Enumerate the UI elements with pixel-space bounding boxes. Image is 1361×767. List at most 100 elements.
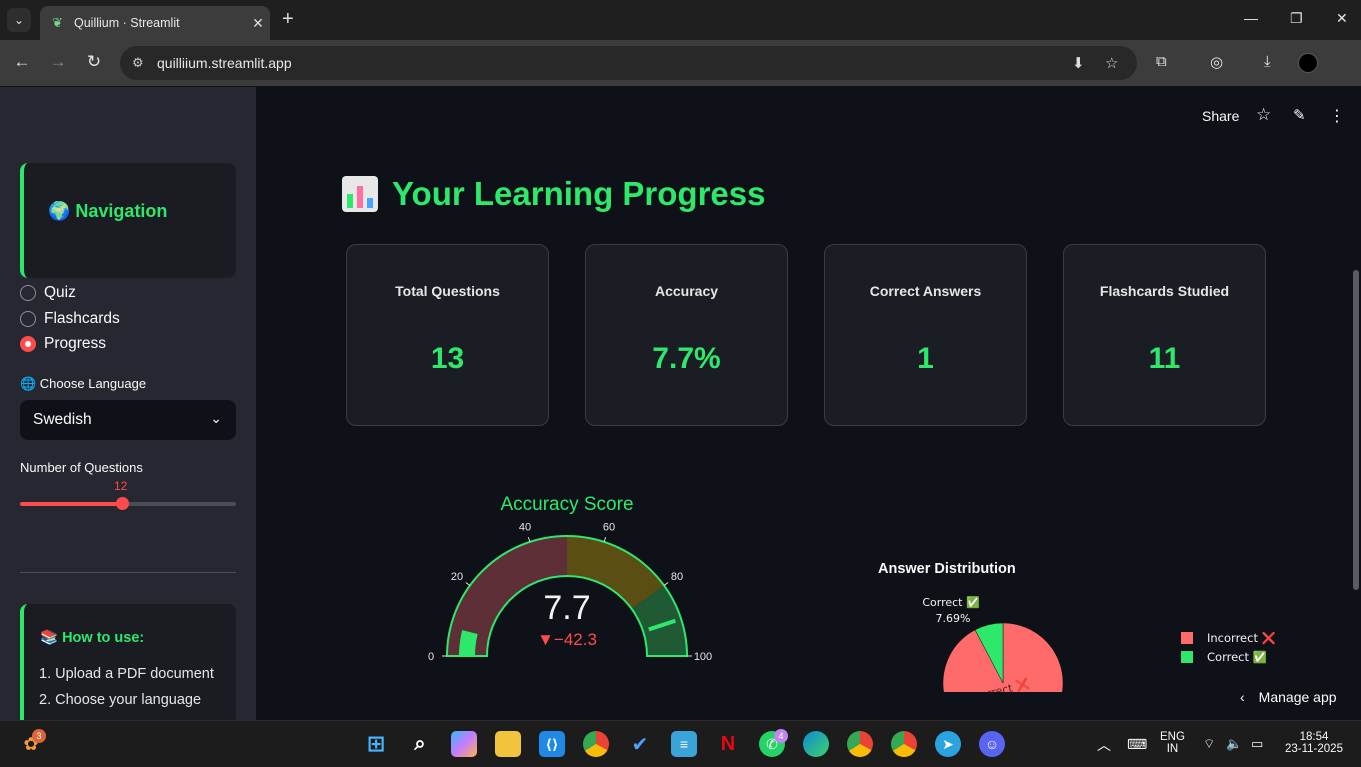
chevron-down-icon: ⌄ <box>210 410 222 426</box>
radio-label: Progress <box>44 335 107 352</box>
star-icon[interactable]: ☆ <box>1256 105 1271 125</box>
search-icon[interactable]: ⌕ <box>407 731 433 757</box>
metric-correct-answers: Correct Answers 1 <box>824 244 1027 426</box>
radio-flashcards[interactable]: Flashcards <box>20 310 120 328</box>
forward-icon[interactable]: → <box>46 52 70 72</box>
pie-title: Answer Distribution <box>878 561 1016 577</box>
gauge-tick-label: 0 <box>428 651 434 663</box>
extensions-icon[interactable]: ⧉ <box>1156 53 1167 70</box>
main-content: Share ☆ ✎ ⋮ Your Learning Progress Total… <box>256 87 1361 720</box>
metric-flashcards-studied: Flashcards Studied 11 <box>1063 244 1266 426</box>
more-menu-icon[interactable]: ⋮ <box>1329 106 1345 126</box>
metric-label: Flashcards Studied <box>1099 283 1230 299</box>
browser-tabbar: ⌄ ❦ Quillium · Streamlit ✕ + — ❐ ✕ <box>0 0 1361 40</box>
metric-total-questions: Total Questions 13 <box>346 244 549 426</box>
bookmark-star-icon[interactable]: ☆ <box>1105 54 1118 72</box>
edge-icon[interactable] <box>803 731 829 757</box>
widgets-badge: 3 <box>32 729 46 743</box>
pie-percent-correct: 7.69% <box>936 612 971 625</box>
metric-label: Total Questions <box>395 283 500 299</box>
how-to-title: 📚 How to use: <box>40 630 145 646</box>
address-bar[interactable]: ⚙ quilliium.streamlit.app ⬇ ☆ <box>120 46 1137 80</box>
page-title: Your Learning Progress <box>342 175 765 213</box>
windows-taskbar: ✿ 3 ⊞ ⌕ ⟨⟩ ✔ ≡ N ✆ 4 ➤ ☺ ︿ ⌨ ENG IN ⌔ 🔈 … <box>0 720 1361 767</box>
slider-thumb[interactable] <box>115 497 129 510</box>
legend-label: Incorrect ❌ <box>1207 631 1276 645</box>
how-step: 2. Choose your language <box>39 692 202 708</box>
keyboard-icon[interactable]: ⌨ <box>1127 736 1147 753</box>
sidebar-divider <box>20 572 236 573</box>
gauge-tick <box>465 582 471 586</box>
gauge-tick-label: 60 <box>603 522 615 534</box>
legend-swatch <box>1181 651 1193 663</box>
pie-label-correct: Correct ✅ <box>922 596 980 609</box>
radio-dot[interactable] <box>20 311 36 327</box>
edit-icon[interactable]: ✎ <box>1293 106 1306 124</box>
navigation-card: 🌍 Navigation <box>20 163 236 278</box>
metric-label: Correct Answers <box>869 283 982 299</box>
date: 23-11-2025 <box>1285 743 1343 755</box>
browser-tab[interactable]: ❦ Quillium · Streamlit ✕ <box>40 6 270 40</box>
netflix-icon[interactable]: N <box>715 731 741 757</box>
chrome-profile-icon[interactable] <box>847 731 873 757</box>
language-indicator[interactable]: ENG IN <box>1160 731 1185 755</box>
site-info-icon[interactable]: ⚙ <box>132 55 144 71</box>
time: 18:54 <box>1299 731 1329 743</box>
browser-toolbar: ← → ↻ ⚙ quilliium.streamlit.app ⬇ ☆ ⧉ ◎ … <box>0 40 1361 86</box>
discord-icon[interactable]: ☺ <box>979 731 1005 757</box>
lens-icon[interactable]: ◎ <box>1210 53 1223 71</box>
profile-avatar[interactable] <box>1298 53 1318 73</box>
new-tab-button[interactable]: + <box>282 8 294 31</box>
wifi-icon[interactable]: ⌔ <box>1203 736 1215 752</box>
chrome-icon[interactable] <box>583 731 609 757</box>
clock[interactable]: 18:54 23-11-2025 <box>1285 731 1343 755</box>
notepad-icon[interactable]: ≡ <box>671 731 697 757</box>
url-text[interactable]: quilliium.streamlit.app <box>157 55 292 71</box>
legend-label: Correct ✅ <box>1207 650 1267 664</box>
tab-close-icon[interactable]: ✕ <box>246 15 270 32</box>
minimize-icon[interactable]: — <box>1244 10 1258 26</box>
metric-value: 7.7% <box>652 342 721 375</box>
accuracy-gauge-chart: Accuracy Score 0 20 40 60 80 100 7.7 ▼−42.3 <box>428 494 712 663</box>
radio-dot[interactable] <box>20 285 36 301</box>
share-button[interactable]: Share <box>1202 108 1239 124</box>
metric-value: 1 <box>917 342 934 375</box>
radio-dot-selected[interactable] <box>20 336 36 352</box>
page-scrollbar[interactable] <box>1353 270 1359 590</box>
metric-accuracy: Accuracy 7.7% <box>585 244 788 426</box>
tab-search-button[interactable]: ⌄ <box>7 8 31 32</box>
back-icon[interactable]: ← <box>10 52 34 72</box>
todo-icon[interactable]: ✔ <box>627 731 653 757</box>
gauge-value-label: 7.7 <box>543 589 590 627</box>
slider-fill <box>20 502 122 506</box>
window-close-icon[interactable]: ✕ <box>1336 10 1348 27</box>
vscode-icon[interactable]: ⟨⟩ <box>539 731 565 757</box>
telegram-icon[interactable]: ➤ <box>935 731 961 757</box>
tray-chevron-icon[interactable]: ︿ <box>1097 735 1111 755</box>
radio-progress[interactable]: Progress <box>20 335 106 353</box>
tab-title: Quillium · Streamlit <box>74 16 180 30</box>
copilot-icon[interactable] <box>451 731 477 757</box>
radio-quiz[interactable]: Quiz <box>20 284 76 302</box>
start-icon[interactable]: ⊞ <box>363 731 389 757</box>
bar-chart-icon <box>342 176 378 212</box>
gauge-value-bar <box>459 630 478 656</box>
gauge-tick <box>663 582 669 586</box>
how-step: 1. Upload a PDF document <box>39 666 214 682</box>
slider-value: 12 <box>114 479 128 493</box>
language-value: Swedish <box>33 411 92 428</box>
install-app-icon[interactable]: ⬇ <box>1072 54 1085 72</box>
reload-icon[interactable]: ↻ <box>82 52 106 72</box>
manage-app-button[interactable]: ‹ Manage app <box>1240 689 1337 705</box>
battery-icon[interactable]: ▭ <box>1251 736 1263 752</box>
downloads-icon[interactable]: ⤓ <box>1264 53 1271 70</box>
lang-region: IN <box>1166 743 1179 755</box>
file-explorer-icon[interactable] <box>495 731 521 757</box>
whatsapp-badge: 4 <box>774 729 788 743</box>
chevron-left-icon: ‹ <box>1240 689 1245 705</box>
restore-icon[interactable]: ❐ <box>1290 10 1303 27</box>
language-select[interactable]: Swedish ⌄ <box>20 400 236 440</box>
gauge-title: Accuracy Score <box>500 494 633 515</box>
volume-icon[interactable]: 🔈 <box>1226 736 1242 752</box>
chrome-profile-icon[interactable] <box>891 731 917 757</box>
